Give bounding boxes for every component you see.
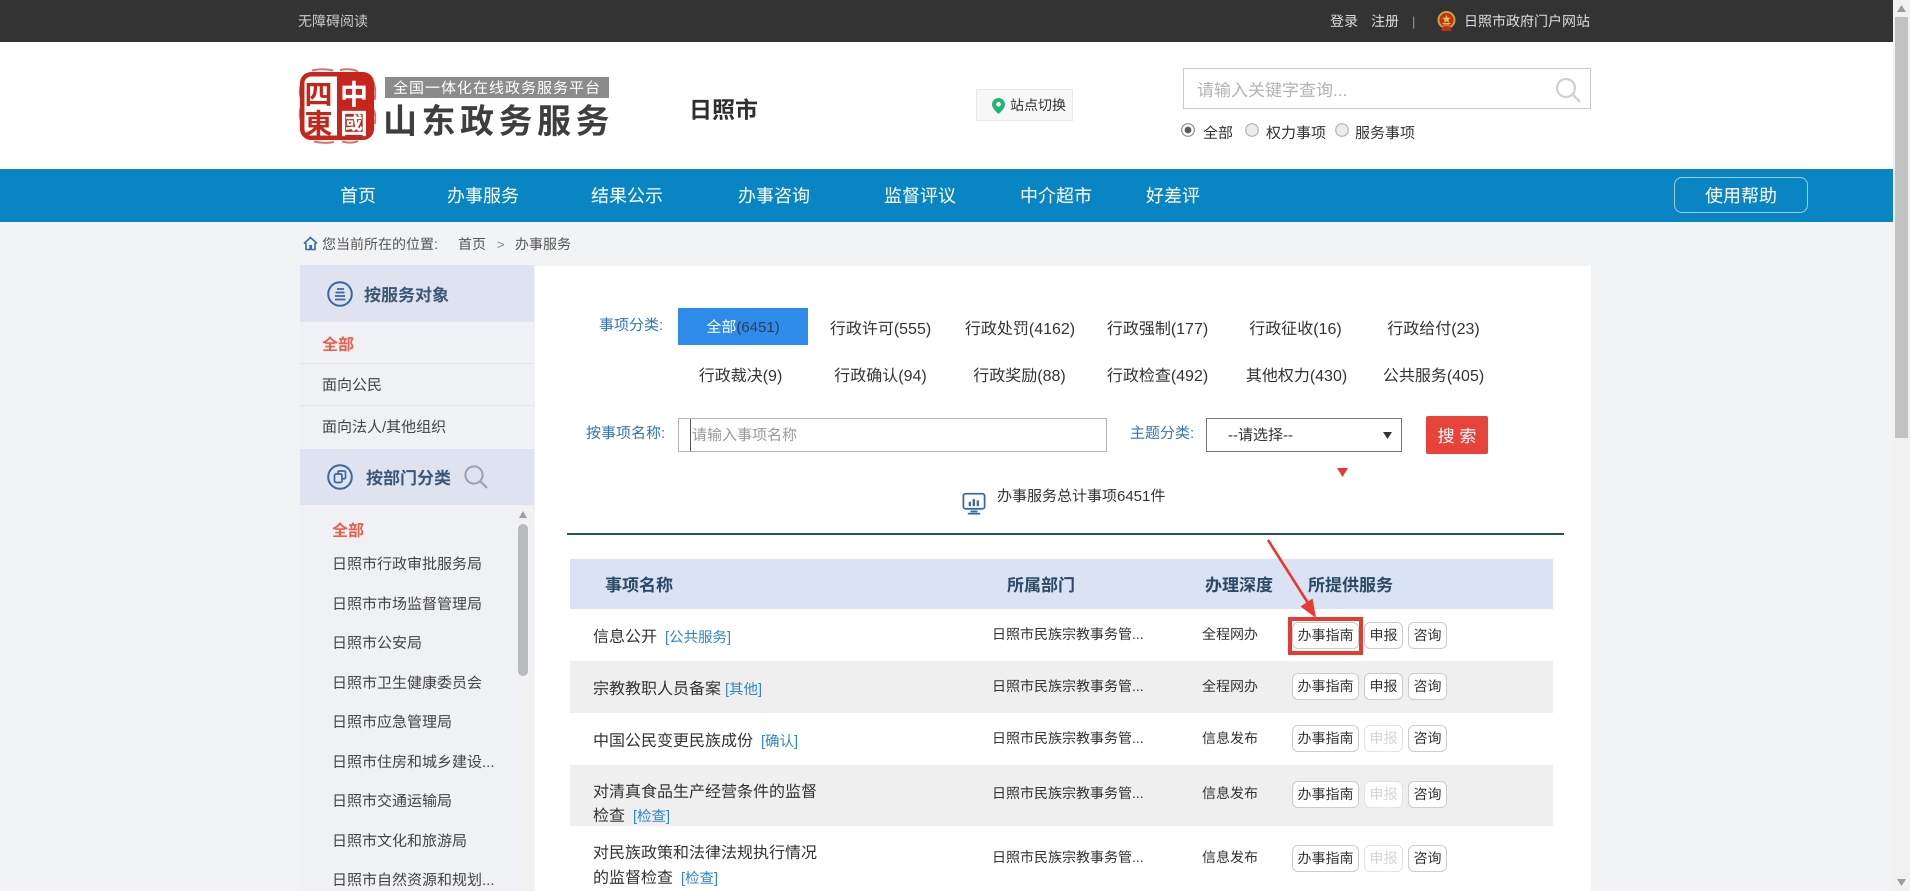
svg-text:東: 東 xyxy=(304,103,332,143)
svg-text:國: 國 xyxy=(340,103,368,143)
